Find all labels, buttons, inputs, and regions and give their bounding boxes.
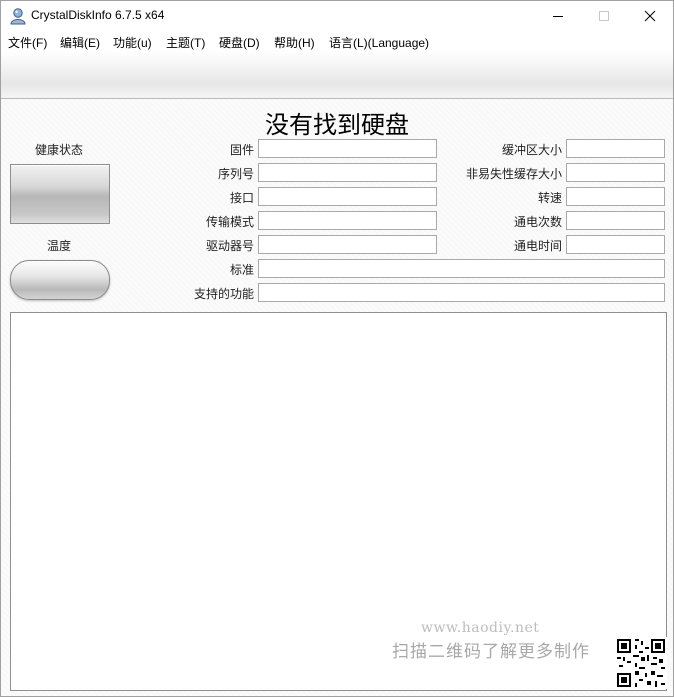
crystaldiskinfo-icon bbox=[10, 8, 26, 25]
close-button[interactable] bbox=[627, 1, 673, 31]
menu-function[interactable]: 功能(u) bbox=[113, 34, 152, 51]
transfer-mode-field bbox=[258, 211, 437, 230]
firmware-label: 固件 bbox=[229, 143, 254, 157]
watermark-url: www.haodiy.net bbox=[421, 620, 540, 636]
firmware-field bbox=[258, 139, 437, 158]
disk-title: 没有找到硬盘 bbox=[265, 111, 409, 139]
menu-edit[interactable]: 编辑(E) bbox=[60, 34, 100, 51]
minimize-icon bbox=[553, 16, 563, 17]
qr-code-icon bbox=[615, 637, 667, 689]
power-on-hours-label: 通电时间 bbox=[513, 239, 562, 253]
serial-number-label: 序列号 bbox=[217, 167, 254, 181]
health-status-button[interactable] bbox=[10, 164, 110, 224]
disk-selector-bar bbox=[1, 51, 673, 99]
interface-field bbox=[258, 187, 437, 206]
features-label: 支持的功能 bbox=[193, 287, 254, 301]
standard-label: 标准 bbox=[229, 263, 254, 277]
standard-field bbox=[258, 259, 665, 278]
smart-attributes-list[interactable] bbox=[10, 312, 667, 691]
serial-number-field bbox=[258, 163, 437, 182]
power-on-count-field bbox=[566, 211, 665, 230]
transfer-mode-label: 传输模式 bbox=[205, 215, 254, 229]
buffer-size-field bbox=[566, 139, 665, 158]
menu-language[interactable]: 语言(L)(Language) bbox=[329, 34, 429, 51]
menu-theme[interactable]: 主题(T) bbox=[166, 34, 205, 51]
drive-letter-label: 驱动器号 bbox=[205, 239, 254, 253]
drive-letter-field bbox=[258, 235, 437, 254]
rotation-rate-label: 转速 bbox=[537, 191, 562, 205]
nv-cache-size-field bbox=[566, 163, 665, 182]
power-on-count-label: 通电次数 bbox=[513, 215, 562, 229]
power-on-hours-field bbox=[566, 235, 665, 254]
watermark-caption: 扫描二维码了解更多制作 bbox=[392, 642, 590, 662]
close-icon bbox=[644, 10, 656, 22]
menu-file[interactable]: 文件(F) bbox=[8, 34, 47, 51]
temperature-indicator[interactable] bbox=[10, 260, 110, 300]
app-window: CrystalDiskInfo 6.7.5 x64 文件(F) 编辑(E) 功能… bbox=[0, 0, 674, 697]
interface-label: 接口 bbox=[229, 191, 254, 205]
maximize-button bbox=[581, 1, 627, 31]
health-status-label: 健康状态 bbox=[34, 143, 83, 157]
menu-bar: 文件(F) 编辑(E) 功能(u) 主题(T) 硬盘(D) 帮助(H) 语言(L… bbox=[1, 31, 673, 51]
buffer-size-label: 缓冲区大小 bbox=[501, 143, 562, 157]
minimize-button[interactable] bbox=[535, 1, 581, 31]
temperature-label: 温度 bbox=[46, 239, 71, 253]
title-bar[interactable]: CrystalDiskInfo 6.7.5 x64 bbox=[1, 1, 673, 31]
rotation-rate-field bbox=[566, 187, 665, 206]
menu-help[interactable]: 帮助(H) bbox=[274, 34, 315, 51]
features-field bbox=[258, 283, 665, 302]
menu-disk[interactable]: 硬盘(D) bbox=[219, 34, 260, 51]
nv-cache-size-label: 非易失性缓存大小 bbox=[465, 167, 562, 181]
maximize-icon bbox=[599, 11, 609, 21]
window-title: CrystalDiskInfo 6.7.5 x64 bbox=[31, 8, 165, 22]
main-content: 没有找到硬盘 健康状态 温度 固件 序列号 接口 传输模式 驱动器号 标准 支持… bbox=[1, 99, 673, 696]
